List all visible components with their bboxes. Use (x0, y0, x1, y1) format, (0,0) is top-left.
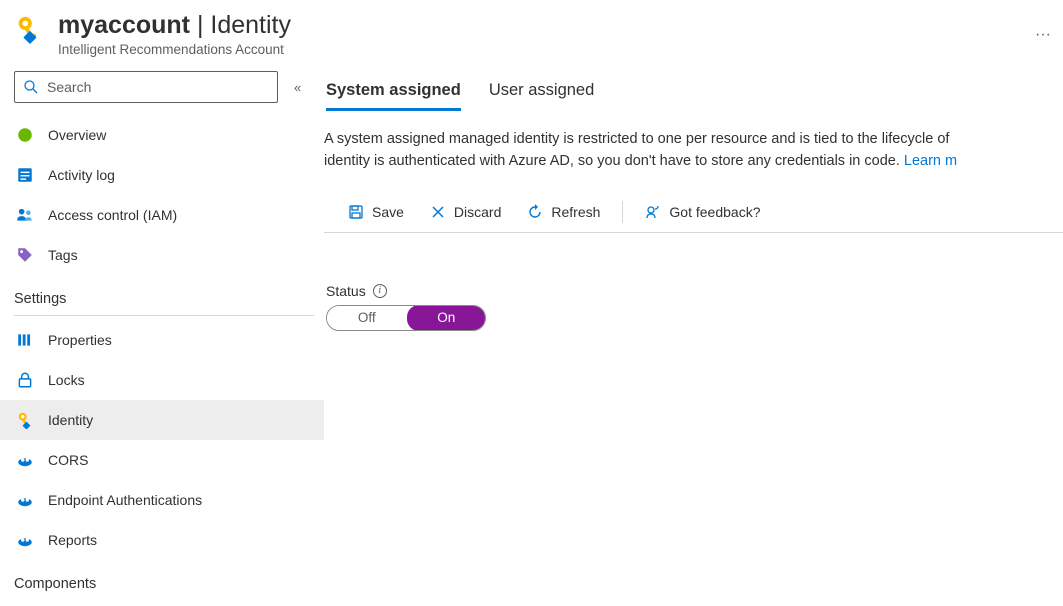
toolbar-divider (622, 201, 623, 223)
overview-icon (16, 126, 34, 144)
sidebar-item-label: Activity log (48, 167, 115, 183)
properties-icon (16, 331, 34, 349)
status-section: Status i Off On (324, 283, 1063, 331)
tab-user-assigned[interactable]: User assigned (489, 81, 594, 111)
discard-button[interactable]: Discard (420, 200, 511, 224)
sidebar: « Overview Activity log Access control (… (0, 67, 324, 606)
endpoint-auth-icon (16, 491, 34, 509)
identity-icon (16, 411, 34, 429)
refresh-button[interactable]: Refresh (517, 200, 610, 224)
toggle-on[interactable]: On (407, 305, 487, 331)
reports-icon (16, 531, 34, 549)
page-subtitle: Intelligent Recommendations Account (58, 42, 1003, 57)
page-header: myaccount | Identity Intelligent Recomme… (0, 0, 1063, 67)
learn-more-link[interactable]: Learn m (904, 153, 957, 169)
toolbar: Save Discard Refresh Got feedback? (324, 193, 1063, 233)
sidebar-item-access-control[interactable]: Access control (IAM) (14, 195, 324, 235)
cors-icon (16, 451, 34, 469)
identity-description: A system assigned managed identity is re… (324, 129, 1063, 173)
sidebar-item-properties[interactable]: Properties (14, 320, 324, 360)
sidebar-section-settings: Settings (14, 291, 324, 307)
tabs: System assigned User assigned (324, 81, 1063, 111)
more-button[interactable]: ··· (1023, 20, 1063, 50)
toggle-off[interactable]: Off (327, 306, 407, 330)
discard-icon (430, 204, 446, 220)
refresh-icon (527, 204, 543, 220)
sidebar-item-label: Tags (48, 247, 78, 263)
collapse-sidebar-button[interactable]: « (294, 80, 301, 95)
key-icon (14, 14, 44, 44)
sidebar-item-label: Locks (48, 372, 85, 388)
sidebar-item-tags[interactable]: Tags (14, 235, 324, 275)
sidebar-item-cors[interactable]: CORS (14, 440, 324, 480)
search-box[interactable] (14, 71, 278, 103)
activity-log-icon (16, 166, 34, 184)
sidebar-item-identity[interactable]: Identity (0, 400, 324, 440)
tags-icon (16, 246, 34, 264)
sidebar-item-reports[interactable]: Reports (14, 520, 324, 560)
sidebar-item-label: Identity (48, 412, 93, 428)
info-icon[interactable]: i (373, 284, 387, 298)
status-label: Status (326, 283, 366, 299)
sidebar-item-label: CORS (48, 452, 88, 468)
page-title: myaccount | Identity (58, 10, 1003, 40)
sidebar-item-label: Reports (48, 532, 97, 548)
search-icon (23, 79, 39, 95)
feedback-button[interactable]: Got feedback? (635, 200, 770, 224)
sidebar-item-locks[interactable]: Locks (14, 360, 324, 400)
sidebar-item-label: Access control (IAM) (48, 207, 177, 223)
save-button[interactable]: Save (338, 200, 414, 224)
tab-system-assigned[interactable]: System assigned (326, 81, 461, 111)
feedback-icon (645, 204, 661, 220)
lock-icon (16, 371, 34, 389)
status-toggle[interactable]: Off On (326, 305, 486, 331)
sidebar-item-activity-log[interactable]: Activity log (14, 155, 324, 195)
divider (14, 315, 314, 316)
sidebar-item-endpoint-auth[interactable]: Endpoint Authentications (14, 480, 324, 520)
save-icon (348, 204, 364, 220)
sidebar-section-components: Components (14, 576, 324, 592)
sidebar-item-label: Endpoint Authentications (48, 492, 202, 508)
sidebar-item-label: Overview (48, 127, 106, 143)
access-control-icon (16, 206, 34, 224)
main-content: System assigned User assigned A system a… (324, 67, 1063, 606)
sidebar-item-overview[interactable]: Overview (14, 115, 324, 155)
sidebar-item-label: Properties (48, 332, 112, 348)
search-input[interactable] (47, 79, 269, 95)
